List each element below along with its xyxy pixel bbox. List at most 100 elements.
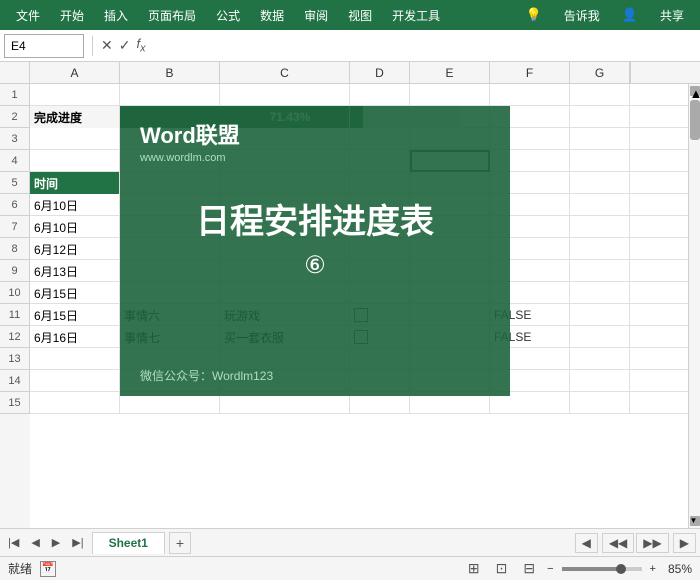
tab-first-btn[interactable]: |◀ <box>4 534 23 551</box>
row-num-1: 1 <box>0 84 30 106</box>
cell-g8[interactable] <box>570 238 630 260</box>
cell-a14[interactable] <box>30 370 120 392</box>
menu-file[interactable]: 文件 <box>8 5 48 26</box>
cell-g10[interactable] <box>570 282 630 304</box>
menu-page-layout[interactable]: 页面布局 <box>140 5 204 26</box>
tab-scroll-group: ◀◀ ▶▶ <box>602 533 669 553</box>
normal-view-btn[interactable]: ⊞ <box>464 558 484 579</box>
cell-a10[interactable]: 6月15日 <box>30 282 120 304</box>
menu-dev-tools[interactable]: 开发工具 <box>384 5 448 26</box>
cell-a9[interactable]: 6月13日 <box>30 260 120 282</box>
menu-share[interactable]: 共享 <box>652 5 692 26</box>
cell-b1[interactable] <box>120 84 220 106</box>
table-row <box>30 84 688 106</box>
page-break-btn[interactable]: ⊟ <box>519 558 539 579</box>
status-ready: 就绪 <box>8 560 32 577</box>
zoom-plus[interactable]: + <box>650 563 656 575</box>
zoom-thumb[interactable] <box>616 564 626 574</box>
tab-page-right[interactable]: ▶▶ <box>636 533 668 553</box>
tab-next-btn[interactable]: ▶ <box>48 534 64 551</box>
cell-a8[interactable]: 6月12日 <box>30 238 120 260</box>
tab-right: ◀ ◀◀ ▶▶ ▶ <box>575 533 696 553</box>
col-header-d[interactable]: D <box>350 62 410 83</box>
watermark-title: 日程安排进度表 <box>140 194 490 243</box>
cell-g5[interactable] <box>570 172 630 194</box>
status-bar: 就绪 📅 ⊞ ⊡ ⊟ − + 85% <box>0 556 700 580</box>
zoom-slider[interactable] <box>562 567 642 571</box>
col-header-b[interactable]: B <box>120 62 220 83</box>
row-num-4: 4 <box>0 150 30 172</box>
cell-a3[interactable] <box>30 128 120 150</box>
row-num-13: 13 <box>0 348 30 370</box>
menu-data[interactable]: 数据 <box>252 5 292 26</box>
status-right: ⊞ ⊡ ⊟ − + 85% <box>464 558 692 579</box>
cell-d1[interactable] <box>350 84 410 106</box>
formula-input[interactable] <box>150 34 696 58</box>
zoom-minus[interactable]: − <box>547 563 553 575</box>
cell-c1[interactable] <box>220 84 350 106</box>
cell-g15[interactable] <box>570 392 630 414</box>
cell-g7[interactable] <box>570 216 630 238</box>
user-icon: 👤 <box>616 5 644 25</box>
page-layout-btn[interactable]: ⊡ <box>492 558 512 579</box>
tab-last-btn[interactable]: ▶| <box>68 534 87 551</box>
cell-a6[interactable]: 6月10日 <box>30 194 120 216</box>
vertical-scrollbar[interactable]: ▲ ▼ <box>688 84 700 528</box>
watermark-logo: Word联盟 <box>140 118 240 150</box>
column-headers: A B C D E F G <box>0 62 700 84</box>
menu-review[interactable]: 审阅 <box>296 5 336 26</box>
row-numbers: 1 2 3 4 5 6 7 8 9 10 11 12 13 14 15 <box>0 84 30 528</box>
sheet-tab-1[interactable]: Sheet1 <box>92 532 165 554</box>
grid-body: 1 2 3 4 5 6 7 8 9 10 11 12 13 14 15 <box>0 84 700 528</box>
cell-a2[interactable]: 完成进度 <box>30 106 120 128</box>
col-header-c[interactable]: C <box>220 62 350 83</box>
cell-reference[interactable]: E4 <box>4 34 84 58</box>
confirm-icon[interactable]: ✓ <box>119 37 131 54</box>
cell-e1[interactable] <box>410 84 490 106</box>
col-header-f[interactable]: F <box>490 62 570 83</box>
watermark-url: www.wordlm.com <box>140 152 226 164</box>
cell-g9[interactable] <box>570 260 630 282</box>
menu-right: 💡 告诉我 👤 共享 <box>520 5 692 26</box>
tab-prev-btn[interactable]: ◀ <box>27 534 43 551</box>
scrollbar-thumb[interactable] <box>690 100 700 140</box>
tab-scroll-right[interactable]: ▶ <box>673 533 696 553</box>
cell-g13[interactable] <box>570 348 630 370</box>
menu-insert[interactable]: 插入 <box>96 5 136 26</box>
menu-home[interactable]: 开始 <box>52 5 92 26</box>
cell-a15[interactable] <box>30 392 120 414</box>
tab-page-left[interactable]: ◀◀ <box>602 533 634 553</box>
cell-a11[interactable]: 6月15日 <box>30 304 120 326</box>
cell-a12[interactable]: 6月16日 <box>30 326 120 348</box>
menu-view[interactable]: 视图 <box>340 5 380 26</box>
cell-a1[interactable] <box>30 84 120 106</box>
col-header-g[interactable]: G <box>570 62 630 83</box>
cell-g1[interactable] <box>570 84 630 106</box>
col-header-e[interactable]: E <box>410 62 490 83</box>
col-header-a[interactable]: A <box>30 62 120 83</box>
cell-g12[interactable] <box>570 326 630 348</box>
cell-g6[interactable] <box>570 194 630 216</box>
cell-g2[interactable] <box>570 106 630 128</box>
cell-f1[interactable] <box>490 84 570 106</box>
cell-g14[interactable] <box>570 370 630 392</box>
scrollbar-up-arrow[interactable]: ▲ <box>690 86 700 96</box>
cancel-icon[interactable]: ✕ <box>101 37 113 54</box>
zoom-level: 85% <box>668 562 692 576</box>
cell-g11[interactable] <box>570 304 630 326</box>
cell-g4[interactable] <box>570 150 630 172</box>
row-num-2: 2 <box>0 106 30 128</box>
menu-formula[interactable]: 公式 <box>208 5 248 26</box>
cell-a13[interactable] <box>30 348 120 370</box>
cell-a7[interactable]: 6月10日 <box>30 216 120 238</box>
cell-g3[interactable] <box>570 128 630 150</box>
cell-a5[interactable]: 时间 <box>30 172 120 194</box>
scrollbar-down-arrow[interactable]: ▼ <box>690 516 700 526</box>
row-num-6: 6 <box>0 194 30 216</box>
row-num-9: 9 <box>0 260 30 282</box>
tab-scroll-left[interactable]: ◀ <box>575 533 598 553</box>
add-sheet-button[interactable]: + <box>169 532 191 554</box>
cell-a4[interactable] <box>30 150 120 172</box>
fx-icon[interactable]: fx <box>136 36 145 55</box>
menu-tell-me[interactable]: 告诉我 <box>556 5 608 26</box>
